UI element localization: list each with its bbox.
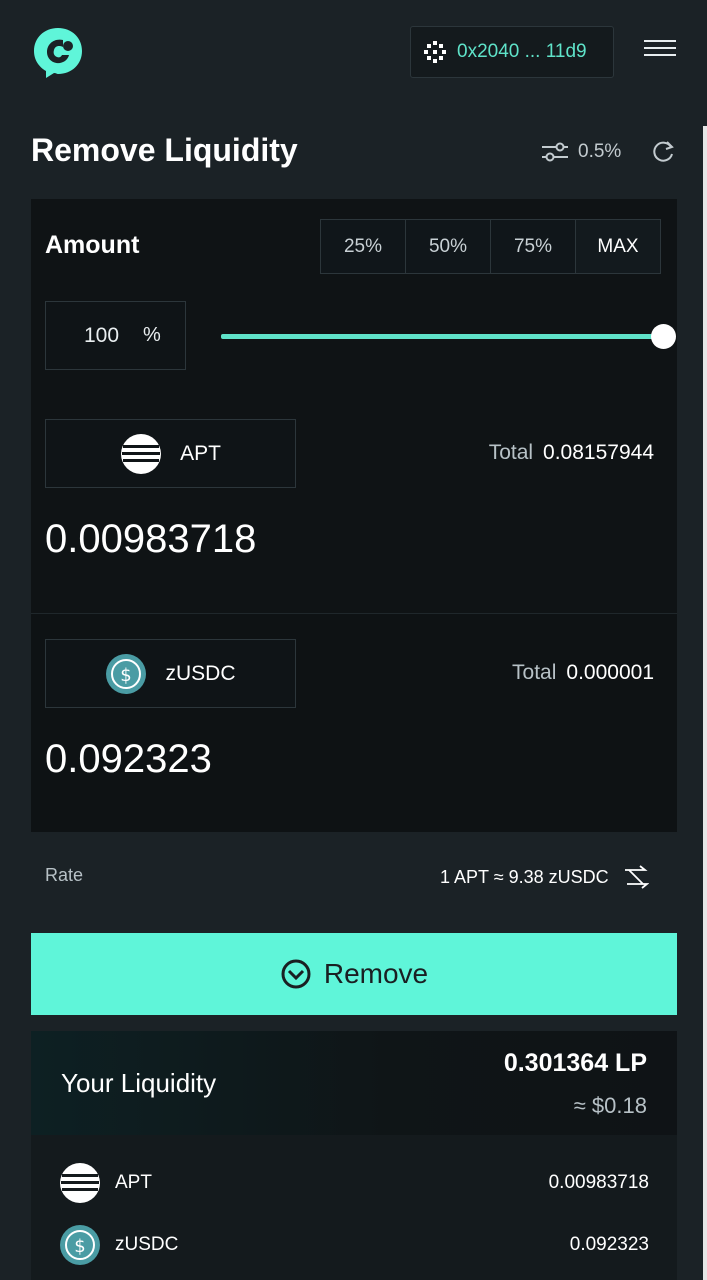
remove-liquidity-card: Amount 25% 50% 75% MAX 100 % APT Total 0… [31,199,677,832]
list-item: $ zUSDC 0.092323 [59,1223,649,1267]
percent-25-button[interactable]: 25% [320,219,406,274]
lp-usd-value: ≈ $0.18 [573,1093,647,1118]
max-button[interactable]: MAX [575,219,661,274]
rate-display: 1 APT ≈ 9.38 zUSDC [440,865,649,889]
zusdc-amount: 0.092323 [45,737,212,781]
zusdc-token-symbol: zUSDC [165,661,236,685]
remove-button-label: Remove [323,958,429,989]
usdc-coin-icon: $ [106,653,147,694]
amount-slider-thumb[interactable] [651,324,676,349]
remove-circle-icon [281,959,311,989]
percent-50-button[interactable]: 50% [405,219,491,274]
your-liquidity-title: Your Liquidity [61,1068,217,1098]
percent-input-unit: % [143,324,161,346]
settings-sliders-icon [542,142,568,162]
header: 0x2040 ... 11d9 [0,0,707,110]
apt-coin-icon [60,1163,100,1203]
menu-icon[interactable] [644,40,676,64]
percent-input[interactable]: 100 % [45,301,186,370]
slippage-settings-button[interactable]: 0.5% [540,139,621,165]
svg-text:$: $ [121,665,132,686]
apt-coin-icon [121,433,162,474]
liquidity-token-name: zUSDC [115,1234,179,1255]
zusdc-total: Total 0.000001 [512,661,654,685]
wallet-address: 0x2040 ... 11d9 [457,41,587,62]
slippage-value: 0.5% [578,141,622,162]
zusdc-total-value: 0.000001 [566,661,654,684]
svg-text:$: $ [74,1236,85,1257]
percent-75-button[interactable]: 75% [490,219,576,274]
liquidity-token-name: APT [115,1172,152,1193]
percent-input-value: 100 [84,323,120,347]
amount-slider[interactable] [221,334,661,339]
zusdc-token-button[interactable]: $ zUSDC [45,639,296,708]
scrollbar[interactable] [703,126,707,1280]
list-item: APT 0.00983718 [59,1161,649,1205]
percent-button-group: 25% 50% 75% MAX [320,219,661,274]
usdc-coin-icon: $ [60,1225,100,1265]
liquidity-token-value: 0.00983718 [548,1172,649,1193]
apt-total-value: 0.08157944 [543,441,654,464]
wallet-address-button[interactable]: 0x2040 ... 11d9 [410,26,614,78]
lp-amount: 0.301364 LP [503,1049,647,1077]
apt-total: Total 0.08157944 [489,441,654,465]
apt-total-label: Total [488,441,534,464]
page-title: Remove Liquidity [31,132,298,168]
amount-label: Amount [45,231,140,259]
apt-token-symbol: APT [180,441,221,465]
wallet-icon [424,41,446,63]
apt-token-button[interactable]: APT [45,419,296,488]
liquidity-token-value: 0.092323 [569,1234,649,1255]
rate-label: Rate [45,865,84,885]
zusdc-total-label: Total [512,661,557,684]
refresh-icon[interactable] [650,139,676,165]
remove-liquidity-page: 0x2040 ... 11d9 Remove Liquidity 0.5% Am… [0,0,707,1280]
app-logo-icon[interactable] [30,24,86,80]
swap-direction-icon[interactable] [623,865,649,889]
divider [31,613,677,614]
remove-button[interactable]: Remove [31,933,677,1015]
your-liquidity-panel: Your Liquidity 0.301364 LP ≈ $0.18 APT 0… [31,1031,677,1280]
apt-amount: 0.00983718 [45,517,257,561]
rate-value: 1 APT ≈ 9.38 zUSDC [440,866,609,887]
